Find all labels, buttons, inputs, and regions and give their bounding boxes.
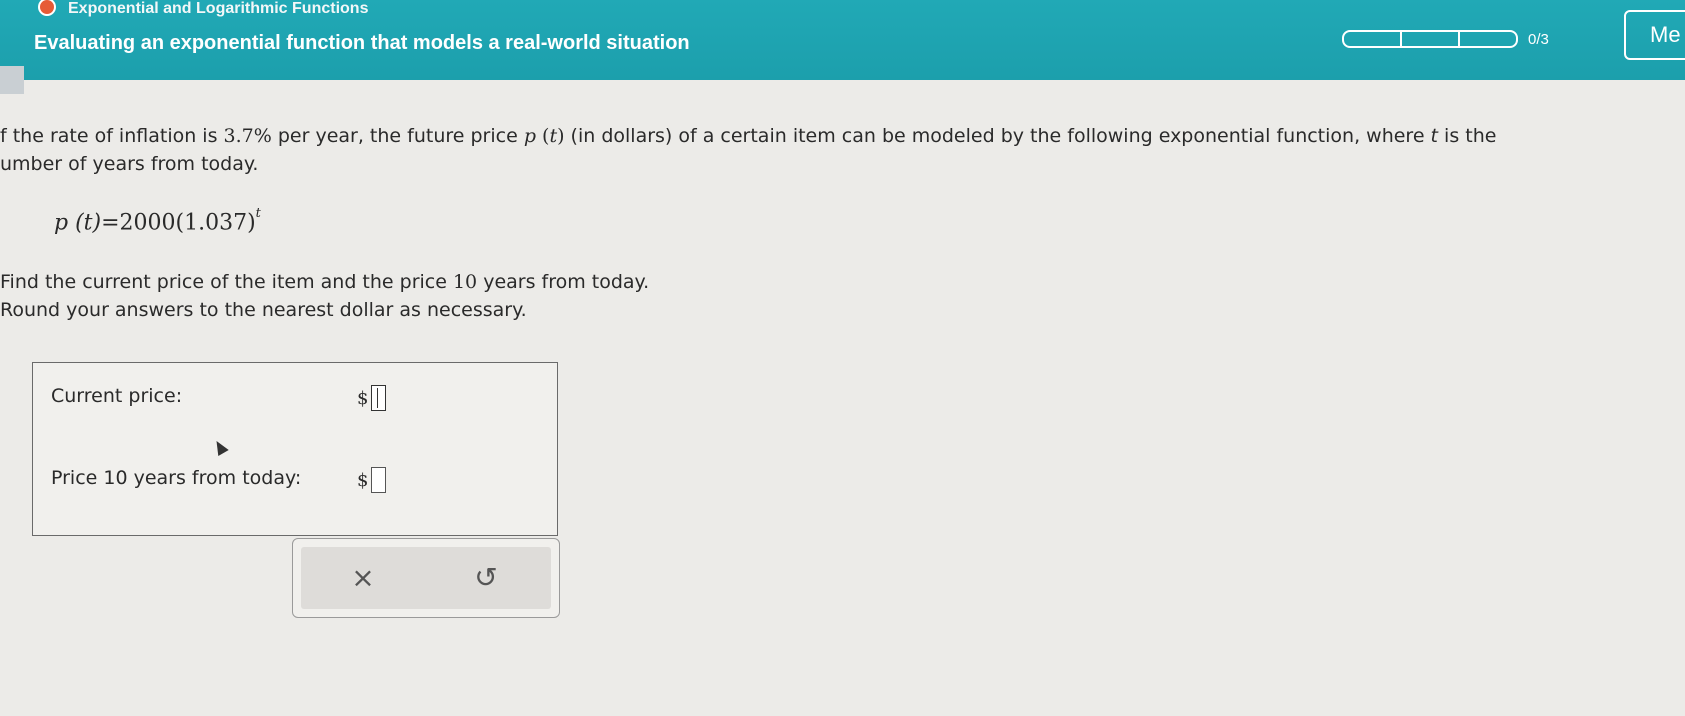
- current-price-label: Current price:: [51, 385, 183, 407]
- menu-button[interactable]: Me: [1624, 10, 1685, 60]
- clear-button[interactable]: ×: [343, 557, 383, 597]
- topic-breadcrumb[interactable]: Exponential and Logarithmic Functions: [38, 0, 368, 18]
- topic-label: Exponential and Logarithmic Functions: [68, 0, 369, 17]
- instruction-find: Find the current price of the item and t…: [0, 271, 650, 293]
- action-panel: × ↺: [292, 538, 560, 618]
- future-price-input[interactable]: [371, 467, 386, 493]
- instruction-round: Round your answers to the nearest dollar…: [0, 299, 527, 321]
- inflation-rate: 3.7%: [223, 125, 272, 147]
- current-currency: $: [357, 388, 369, 409]
- progress-segment: [1342, 30, 1402, 48]
- question-area: f the rate of inflation is 3.7% per year…: [0, 80, 1685, 716]
- topic-dot-icon: [38, 0, 56, 16]
- progress-segment: [1458, 30, 1518, 48]
- current-price-input[interactable]: [371, 385, 386, 411]
- progress-indicator: 0/3: [1342, 30, 1549, 48]
- formula: p (t)=2000(1.037)t: [54, 206, 261, 236]
- future-price-label: Price 10 years from today:: [51, 467, 302, 489]
- progress-segment: [1400, 30, 1460, 48]
- progress-count: 0/3: [1528, 30, 1549, 48]
- reset-button[interactable]: ↺: [466, 557, 506, 597]
- question-line-1: f the rate of inflation is 3.7% per year…: [0, 125, 1497, 147]
- future-currency: $: [357, 470, 369, 491]
- header-bar: Exponential and Logarithmic Functions Ev…: [0, 0, 1685, 80]
- action-panel-inner: × ↺: [301, 547, 551, 609]
- page-title: Evaluating an exponential function that …: [34, 32, 690, 54]
- answer-box: Current price: $ Price 10 years from tod…: [32, 362, 558, 536]
- question-line-2: umber of years from today.: [0, 153, 259, 175]
